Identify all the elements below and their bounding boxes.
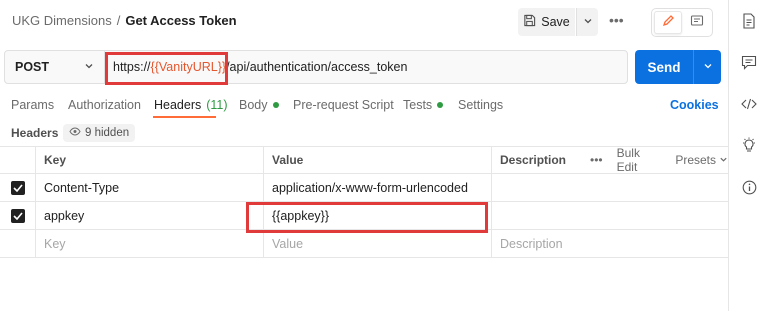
save-button[interactable]: Save (518, 8, 575, 36)
tab-body[interactable]: Body (239, 98, 279, 112)
header-value-cell[interactable]: application/x-www-form-urlencoded (264, 174, 492, 201)
header-key-cell[interactable]: Content-Type (36, 174, 264, 201)
header-key-cell[interactable]: appkey (36, 202, 264, 229)
check-column-header (0, 147, 36, 173)
tab-pre-request-label: Pre-request Script (293, 98, 394, 112)
breadcrumb-collection[interactable]: UKG Dimensions (12, 13, 112, 28)
tab-body-label: Body (239, 98, 268, 112)
tab-tests-label: Tests (403, 98, 433, 112)
tab-authorization-label: Authorization (68, 98, 141, 112)
chevron-down-icon (719, 153, 728, 167)
new-description-input[interactable]: Description (492, 230, 728, 257)
edit-view-button[interactable] (654, 11, 682, 34)
url-path: /api/authentication/access_token (226, 60, 408, 74)
header-description-cell[interactable] (492, 202, 728, 229)
more-actions-button[interactable]: ••• (609, 12, 624, 28)
right-sidebar (728, 0, 768, 311)
comment-icon[interactable] (740, 53, 758, 71)
request-header: UKG Dimensions / Get Access Token Save ••• (0, 0, 728, 44)
bulk-edit-button[interactable]: Bulk Edit (617, 146, 662, 174)
pencil-icon (661, 14, 675, 31)
request-title[interactable]: Get Access Token (125, 13, 236, 28)
request-url-bar: POST https://{{VanityURL}}/api/authentic… (4, 50, 628, 84)
tab-authorization[interactable]: Authorization (68, 98, 141, 112)
row-checkbox-empty (0, 230, 36, 257)
column-options-button[interactable]: ••• (590, 153, 603, 167)
code-icon[interactable] (740, 95, 758, 113)
lightbulb-icon[interactable] (740, 136, 758, 154)
tab-params[interactable]: Params (11, 98, 54, 112)
view-toggle (651, 8, 713, 37)
send-button-group: Send (635, 50, 721, 84)
breadcrumb: UKG Dimensions / Get Access Token (12, 13, 237, 28)
method-select[interactable]: POST (5, 51, 105, 83)
comment-view-button[interactable] (684, 11, 710, 34)
eye-icon (69, 127, 81, 139)
chevron-down-icon (703, 60, 713, 74)
headers-section-title: Headers (11, 126, 59, 140)
header-description-cell[interactable] (492, 174, 728, 201)
save-button-group: Save (518, 8, 598, 36)
tab-settings[interactable]: Settings (458, 98, 503, 112)
breadcrumb-separator: / (116, 13, 121, 28)
tab-headers-label: Headers (154, 98, 202, 112)
cookies-link[interactable]: Cookies (670, 98, 719, 112)
headers-subbar: Headers 9 hidden (0, 122, 728, 144)
column-header-key: Key (36, 147, 264, 173)
chevron-down-icon (583, 15, 593, 29)
hidden-headers-toggle[interactable]: 9 hidden (63, 124, 136, 142)
table-row-placeholder: Key Value Description (0, 230, 728, 258)
tab-params-label: Params (11, 98, 55, 112)
new-value-input[interactable]: Value (264, 230, 492, 257)
status-dot-icon (272, 102, 279, 108)
info-icon[interactable] (740, 178, 758, 196)
save-options-button[interactable] (576, 8, 598, 36)
appkey-highlight (246, 202, 488, 233)
request-tabs: Params Authorization Headers (11) Body P… (0, 94, 728, 118)
table-header-actions: ••• Bulk Edit Presets (590, 146, 728, 174)
new-key-input[interactable]: Key (36, 230, 264, 257)
presets-label: Presets (675, 153, 716, 167)
check-icon (10, 180, 25, 195)
table-row: Content-Type application/x-www-form-urle… (0, 174, 728, 202)
hidden-headers-count: 9 hidden (85, 127, 130, 139)
row-checkbox[interactable] (0, 202, 36, 229)
tab-tests[interactable]: Tests (403, 98, 444, 112)
tab-pre-request-script[interactable]: Pre-request Script (293, 98, 394, 112)
column-header-value: Value (264, 147, 492, 173)
send-button[interactable]: Send (635, 50, 693, 84)
comment-icon (690, 14, 704, 31)
send-options-button[interactable] (693, 50, 721, 84)
save-icon (523, 14, 536, 30)
method-label: POST (15, 60, 50, 74)
check-icon (10, 208, 25, 223)
status-dot-icon (437, 102, 444, 108)
presets-dropdown[interactable]: Presets (675, 153, 728, 167)
tab-headers-count: (11) (206, 98, 228, 112)
table-header-row: Key Value Description ••• Bulk Edit Pres… (0, 146, 728, 174)
chevron-down-icon (84, 60, 94, 74)
document-icon[interactable] (740, 12, 758, 30)
row-checkbox[interactable] (0, 174, 36, 201)
save-label: Save (541, 15, 570, 29)
active-tab-indicator (153, 116, 216, 118)
tab-headers[interactable]: Headers (11) (154, 98, 228, 112)
tab-settings-label: Settings (458, 98, 504, 112)
url-variable-highlight (105, 52, 228, 85)
